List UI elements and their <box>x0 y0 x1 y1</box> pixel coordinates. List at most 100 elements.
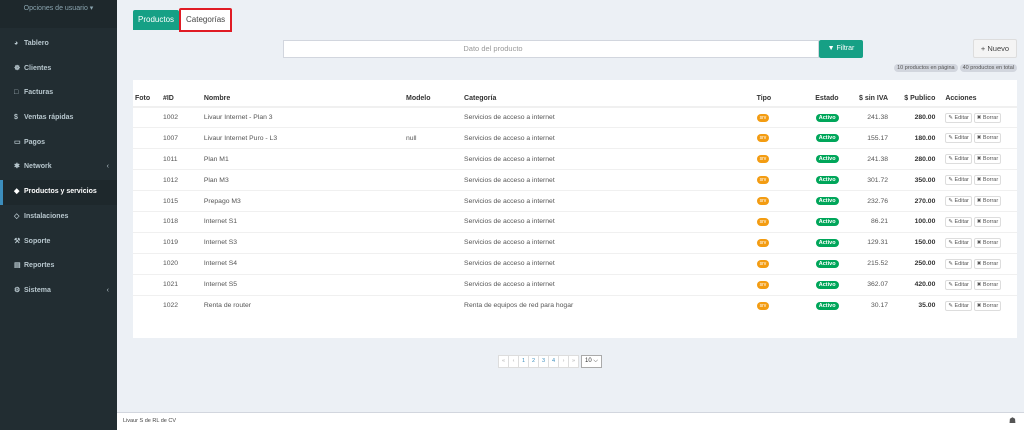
new-product-button[interactable]: + Nuevo <box>973 39 1017 58</box>
sidebar-item-reportes[interactable]: ▤ Reportes <box>0 254 117 279</box>
sidebar-menu: ◕ Tablero ☸ Clientes □ Facturas $ Ventas ráp… <box>0 32 117 304</box>
cell-estado: Activo <box>793 127 841 149</box>
cell-sin-iva: 215.52 <box>840 252 891 275</box>
cell-publico: 180.00 <box>890 127 938 149</box>
edit-button[interactable]: ✎ Editar <box>945 237 972 248</box>
cell-acciones: ✎ Editar ✖ Borrar <box>937 294 1017 316</box>
table-row[interactable]: 1021 Internet S5 Servicios de acceso a i… <box>133 273 1017 296</box>
cell-modelo <box>403 294 463 316</box>
sidebar-item-label: Sistema <box>24 286 51 294</box>
printer-icon[interactable]: ☗ <box>1009 416 1016 425</box>
edit-button[interactable]: ✎ Editar <box>945 112 972 123</box>
cell-tipo: srv <box>754 252 794 275</box>
cell-foto <box>133 106 161 128</box>
sidebar-item-soporte[interactable]: ⚒ Soporte <box>0 230 117 255</box>
edit-button[interactable]: ✎ Editar <box>945 154 972 165</box>
edit-button[interactable]: ✎ Editar <box>945 258 972 269</box>
sidebar-item-facturas[interactable]: □ Facturas <box>0 81 117 106</box>
edit-button[interactable]: ✎ Editar <box>945 196 972 206</box>
sidebar-item-network[interactable]: ✱ Network ‹ <box>0 155 117 180</box>
cell-acciones: ✎ Editar ✖ Borrar <box>937 252 1017 275</box>
pagination-last[interactable]: » <box>568 355 579 368</box>
col-header-publico: $ Publico <box>890 90 938 108</box>
cell-publico: 280.00 <box>890 106 938 128</box>
user-options-menu[interactable]: Opciones de usuario ▾ <box>0 0 117 28</box>
sidebar-item-pagos[interactable]: ▭ Pagos <box>0 131 117 156</box>
col-header-modelo: Modelo <box>403 90 463 108</box>
products-table: Foto #ID Nombre Modelo Categoría Tipo Es… <box>133 90 1017 316</box>
cell-acciones: ✎ Editar ✖ Borrar <box>937 190 1017 212</box>
cell-nombre: Internet S1 <box>201 210 404 233</box>
sidebar-item-productos-servicios[interactable]: ◆ Productos y servicios <box>0 180 117 205</box>
wrench-icon: ⚒ <box>14 237 21 245</box>
edit-button[interactable]: ✎ Editar <box>945 300 972 311</box>
cell-sin-iva: 241.38 <box>840 106 891 128</box>
delete-button[interactable]: ✖ Borrar <box>973 258 1002 269</box>
tab-productos[interactable]: Productos <box>133 10 180 30</box>
edit-button[interactable]: ✎ Editar <box>945 175 972 186</box>
count-badges: 10 productos en página 40 productos en t… <box>894 64 1017 72</box>
table-row[interactable]: 1022 Renta de router Renta de equipos de… <box>133 294 1017 316</box>
table-row[interactable]: 1019 Internet S3 Servicios de acceso a i… <box>133 231 1017 254</box>
sidebar-item-clientes[interactable]: ☸ Clientes <box>0 57 117 82</box>
cell-acciones: ✎ Editar ✖ Borrar <box>937 169 1017 191</box>
cell-id: 1012 <box>160 169 202 191</box>
cell-estado: Activo <box>793 294 841 316</box>
edit-button[interactable]: ✎ Editar <box>945 133 972 144</box>
sidebar-item-tablero[interactable]: ◕ Tablero <box>0 32 117 57</box>
delete-button[interactable]: ✖ Borrar <box>973 196 1002 206</box>
sidebar-item-label: Reportes <box>24 262 55 270</box>
table-row[interactable]: 1018 Internet S1 Servicios de acceso a i… <box>133 210 1017 233</box>
col-header-foto: Foto <box>133 90 161 108</box>
cell-nombre: Plan M3 <box>201 169 404 191</box>
table-row[interactable]: 1012 Plan M3 Servicios de acceso a inter… <box>133 169 1017 191</box>
sidebar-item-instalaciones[interactable]: ◇ Instalaciones <box>0 205 117 230</box>
delete-button[interactable]: ✖ Borrar <box>973 216 1002 227</box>
status-badge: Activo <box>815 238 839 247</box>
cell-publico: 100.00 <box>890 210 938 233</box>
table-row[interactable]: 1007 Livaur Internet Puro - L3 null Serv… <box>133 127 1017 149</box>
cell-tipo: srv <box>754 210 794 233</box>
per-page-select[interactable]: 10 ⌵ <box>581 355 602 368</box>
delete-button[interactable]: ✖ Borrar <box>973 154 1002 165</box>
cell-foto <box>133 190 161 212</box>
filter-button[interactable]: ▼ Filtrar <box>819 40 863 58</box>
cell-sin-iva: 155.17 <box>840 127 891 149</box>
cell-publico: 280.00 <box>890 148 938 170</box>
search-input[interactable]: Dato del producto <box>283 40 819 58</box>
type-badge: srv <box>756 113 770 122</box>
edit-button[interactable]: ✎ Editar <box>945 216 972 227</box>
table-row[interactable]: 1020 Internet S4 Servicios de acceso a i… <box>133 252 1017 275</box>
delete-button[interactable]: ✖ Borrar <box>973 112 1002 123</box>
cell-categoria: Servicios de acceso a internet <box>462 210 755 233</box>
table-row[interactable]: 1015 Prepago M3 Servicios de acceso a in… <box>133 190 1017 212</box>
sidebar-item-label: Soporte <box>24 237 51 245</box>
cell-foto <box>133 127 161 149</box>
table-row[interactable]: 1002 Livaur Internet - Plan 3 Servicios … <box>133 106 1017 128</box>
cell-nombre: Renta de router <box>201 294 404 316</box>
cell-id: 1020 <box>160 252 202 275</box>
cell-id: 1011 <box>160 148 202 170</box>
cell-id: 1022 <box>160 294 202 316</box>
delete-button[interactable]: ✖ Borrar <box>973 133 1002 144</box>
tab-categorias[interactable]: Categorías <box>179 8 233 32</box>
sidebar-item-label: Network <box>24 163 52 171</box>
cell-categoria: Servicios de acceso a internet <box>462 148 755 170</box>
cell-id: 1002 <box>160 106 202 128</box>
delete-button[interactable]: ✖ Borrar <box>973 279 1002 290</box>
cell-publico: 250.00 <box>890 252 938 275</box>
sidebar-item-sistema[interactable]: ⚙ Sistema ‹ <box>0 279 117 304</box>
products-panel: Foto #ID Nombre Modelo Categoría Tipo Es… <box>133 80 1017 338</box>
col-header-id: #ID <box>160 90 202 108</box>
tabs: Productos Categorías <box>133 8 233 32</box>
delete-button[interactable]: ✖ Borrar <box>973 237 1002 248</box>
table-row[interactable]: 1011 Plan M1 Servicios de acceso a inter… <box>133 148 1017 170</box>
edit-button[interactable]: ✎ Editar <box>945 279 972 290</box>
sidebar-item-ventas-rapidas[interactable]: $ Ventas rápidas <box>0 106 117 131</box>
delete-button[interactable]: ✖ Borrar <box>973 175 1002 186</box>
type-badge: srv <box>756 134 770 143</box>
cell-categoria: Servicios de acceso a internet <box>462 273 755 296</box>
delete-button[interactable]: ✖ Borrar <box>973 300 1002 311</box>
col-header-estado: Estado <box>793 90 841 108</box>
gears-icon: ⚙ <box>14 286 21 294</box>
